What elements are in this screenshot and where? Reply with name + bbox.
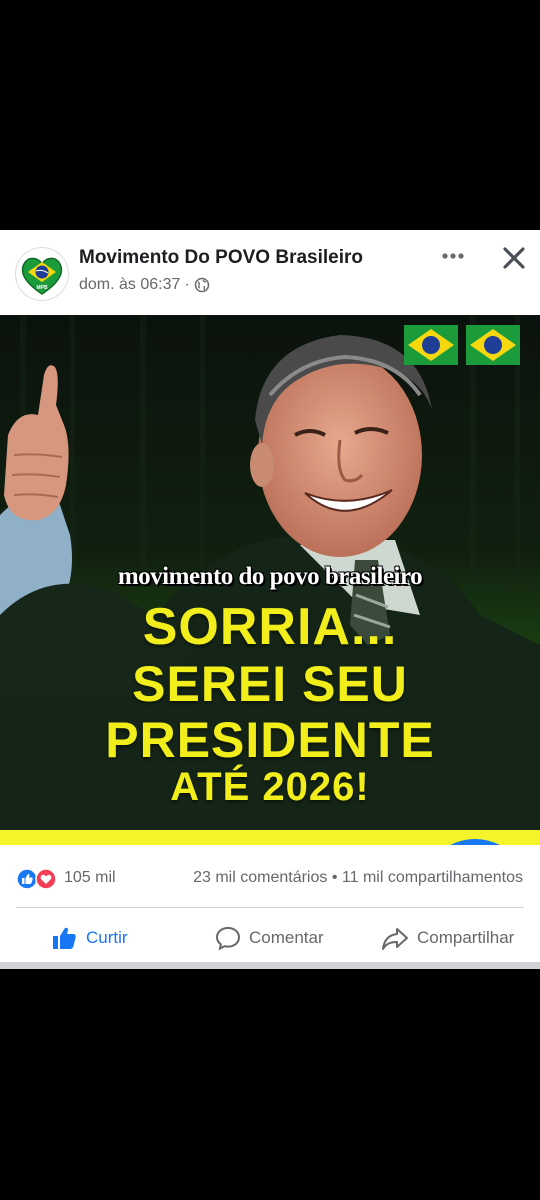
comment-icon <box>215 926 241 951</box>
share-icon <box>382 928 408 950</box>
globe-icon <box>194 277 209 293</box>
like-label: Curtir <box>86 928 128 947</box>
headline-line-2: SEREI SEU <box>132 656 408 712</box>
love-icon <box>35 868 57 890</box>
post-stats-bar: 105 mil 23 mil comentários • 11 mil comp… <box>0 858 540 898</box>
image-watermark-text: movimento do povo brasileiro <box>117 563 423 590</box>
facebook-post-card: MPB Movimento Do POVO Brasileiro dom. às… <box>0 230 540 968</box>
reactions-count[interactable]: 105 mil <box>64 869 116 887</box>
share-label: Compartilhar <box>417 928 515 947</box>
post-image[interactable]: movimento do povo brasileiro SORRIA... S… <box>0 315 540 845</box>
page-avatar[interactable]: MPB <box>16 248 68 300</box>
post-timestamp[interactable]: dom. às 06:37 <box>79 276 180 294</box>
post-meta: dom. às 06:37 · <box>79 276 210 294</box>
feed-separator <box>0 962 540 969</box>
comments-shares-summary: 23 mil comentários • 11 mil compartilham… <box>193 869 523 887</box>
page-name-link[interactable]: Movimento Do POVO Brasileiro <box>79 247 363 269</box>
more-options-button[interactable] <box>436 242 470 270</box>
like-icon <box>16 868 38 890</box>
reaction-icons[interactable] <box>16 868 60 890</box>
stats-dot: • <box>331 869 338 886</box>
close-button[interactable] <box>498 242 530 274</box>
svg-text:MPB: MPB <box>36 285 48 291</box>
post-actions-bar: Curtir Comentar Compartilhar <box>0 918 540 958</box>
comment-label: Comentar <box>249 928 324 947</box>
shares-count[interactable]: 11 mil compartilhamentos <box>342 869 523 886</box>
more-horizontal-icon <box>442 253 464 259</box>
headline-line-1: SORRIA... <box>142 598 398 656</box>
divider <box>16 907 524 908</box>
post-header: MPB Movimento Do POVO Brasileiro dom. às… <box>0 230 540 315</box>
comments-count[interactable]: 23 mil comentários <box>193 869 327 886</box>
headline-line-3: PRESIDENTE <box>105 712 435 768</box>
share-button[interactable]: Compartilhar <box>381 918 514 958</box>
comment-button[interactable]: Comentar <box>215 918 324 958</box>
close-icon <box>503 247 525 269</box>
headline-line-4: ATÉ 2026! <box>170 765 370 809</box>
meta-separator: · <box>184 276 190 293</box>
like-button[interactable]: Curtir <box>50 918 128 958</box>
brazil-heart-flag-icon: MPB <box>21 257 63 295</box>
thumbs-up-icon <box>53 927 76 949</box>
